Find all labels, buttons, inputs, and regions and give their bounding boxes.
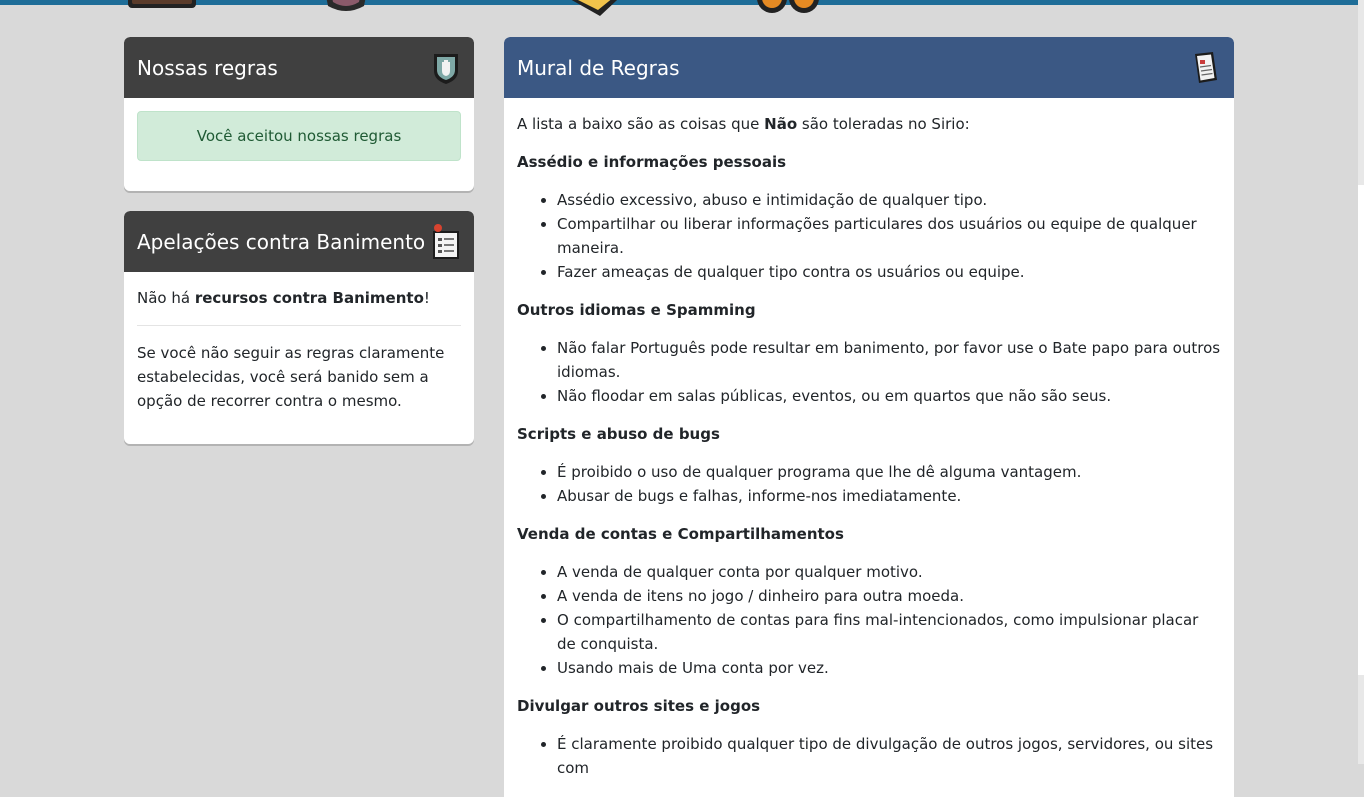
rules-panel-title: Nossas regras (137, 55, 278, 80)
list-item: Assédio excessivo, abuso e intimidação d… (557, 188, 1221, 212)
nav-home-icon[interactable] (126, 0, 198, 12)
rules-list: É proibido o uso de qualquer programa qu… (517, 460, 1221, 508)
list-item: A venda de qualquer conta por qualquer m… (557, 560, 1221, 584)
rules-accepted-alert: Você aceitou nossas regras (137, 111, 461, 161)
ban-appeal-body: Não há recursos contra Banimento! Se voc… (124, 272, 474, 413)
divider (137, 325, 461, 326)
intro-bold: Não (764, 115, 798, 133)
rules-board-header: Mural de Regras (504, 37, 1234, 98)
shield-icon (434, 53, 458, 84)
list-item: Não floodar em salas públicas, eventos, … (557, 384, 1221, 408)
ban-appeal-description: Se você não seguir as regras claramente … (137, 344, 445, 410)
rules-list: A venda de qualquer conta por qualquer m… (517, 560, 1221, 680)
no-appeal-bold: recursos contra Banimento (194, 289, 424, 307)
section-heading: Venda de contas e Compartilhamentos (517, 525, 844, 543)
rules-intro: A lista a baixo são as coisas que Não sã… (517, 115, 970, 133)
nav-news-icon[interactable] (550, 0, 640, 18)
list-item: Abusar de bugs e falhas, informe-nos ime… (557, 484, 1221, 508)
list-item: É claramente proibido qualquer tipo de d… (557, 732, 1221, 780)
rules-list: É claramente proibido qualquer tipo de d… (517, 732, 1221, 780)
rules-panel-header: Nossas regras (124, 37, 474, 98)
ban-appeal-panel-title: Apelações contra Banimento (137, 229, 426, 254)
rules-list: Não falar Português pode resultar em ban… (517, 336, 1221, 408)
page-scrollbar[interactable] (1358, 0, 1364, 764)
section-heading: Divulgar outros sites e jogos (517, 697, 761, 715)
list-item: Compartilhar ou liberar informações part… (557, 212, 1221, 260)
list-item: É proibido o uso de qualquer programa qu… (557, 460, 1221, 484)
scrollbar-thumb[interactable] (1358, 185, 1364, 675)
section-heading: Assédio e informações pessoais (517, 153, 787, 171)
rules-panel: Nossas regras Você aceitou nossas regras (124, 37, 474, 191)
section-heading: Outros idiomas e Spamming (517, 301, 756, 319)
ban-appeal-panel: Apelações contra Banimento Não há recurs… (124, 211, 474, 444)
section-heading: Scripts e abuso de bugs (517, 425, 720, 443)
ban-appeal-panel-header: Apelações contra Banimento (124, 211, 474, 272)
list-item: O compartilhamento de contas para fins m… (557, 608, 1221, 656)
list-item: Usando mais de Uma conta por vez. (557, 656, 1221, 680)
rules-board-title: Mural de Regras (517, 55, 680, 80)
clipboard-icon (433, 223, 459, 259)
list-item: Fazer ameaças de qualquer tipo contra os… (557, 260, 1221, 284)
no-appeal-text: Não há recursos contra Banimento! (137, 289, 430, 307)
top-navigation-bar (0, 0, 1364, 5)
rules-board-panel: Mural de Regras A lista a baixo são as c… (504, 37, 1234, 797)
nav-community-icon[interactable] (320, 0, 372, 14)
nav-shop-icon[interactable] (754, 0, 822, 16)
rules-list: Assédio excessivo, abuso e intimidação d… (517, 188, 1221, 284)
newspaper-icon (1195, 51, 1217, 83)
rules-board-body: A lista a baixo são as coisas que Não sã… (504, 98, 1234, 780)
list-item: A venda de itens no jogo / dinheiro para… (557, 584, 1221, 608)
list-item: Não falar Português pode resultar em ban… (557, 336, 1221, 384)
